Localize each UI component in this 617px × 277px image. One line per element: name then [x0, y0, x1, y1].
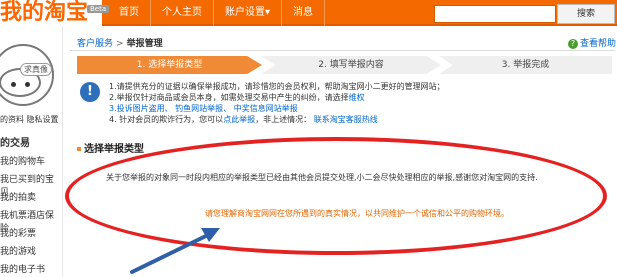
step-select-type: 1. 选择举报类型: [77, 56, 262, 74]
notice-line-3-links[interactable]: 3.投诉图片盗用、 钓鱼网站举报、 中奖信息网站举报: [109, 103, 445, 114]
section-title: 选择举报类型: [77, 140, 144, 155]
notice-text: 4. 针对会员的欺诈行为，您可以: [109, 115, 224, 124]
notice-text: ，非上述情况：: [255, 115, 312, 124]
breadcrumb-current: 举报管理: [126, 39, 163, 49]
sidebar-item-games[interactable]: 我的游戏: [0, 244, 36, 257]
breadcrumb-separator: >: [116, 39, 124, 49]
notice-list: 1.请提供充分的证据以确保举报成功，请珍惜您的会员权利，帮助淘宝网小二更好的管理…: [109, 81, 445, 125]
step-complete: 3. 举报完成: [439, 56, 612, 74]
section-title-text: 选择举报类型: [84, 144, 144, 155]
sidebar-section-title: 的交易: [0, 138, 30, 149]
breadcrumb-root[interactable]: 客户服务: [77, 39, 113, 49]
info-icon: !: [80, 82, 100, 102]
nav-account-settings[interactable]: 账户设置▾: [214, 0, 283, 26]
sidebar-item-auction[interactable]: 我的拍卖: [0, 190, 36, 203]
search-input[interactable]: [434, 5, 556, 23]
eye-icon: [11, 82, 16, 87]
avatar[interactable]: 求真像: [0, 44, 54, 106]
eye-icon: [25, 82, 30, 87]
notice-text: 2.举报仅针对商品或会员本身，如需处理交易中产生的纠纷，请选择: [109, 93, 349, 102]
notice-line-2: 2.举报仅针对商品或会员本身，如需处理交易中产生的纠纷，请选择维权: [109, 92, 445, 103]
help-link[interactable]: ? 查看帮助: [568, 36, 616, 49]
bullet-icon: [77, 147, 81, 151]
sidebar-item-cart[interactable]: 我的购物车: [0, 154, 45, 167]
sidebar-item-lottery[interactable]: 我的彩票: [0, 226, 36, 239]
search-button[interactable]: 搜索: [557, 4, 615, 24]
help-label: 查看帮助: [580, 39, 617, 49]
divider: [70, 50, 615, 51]
main-nav: 首页 个人主页 账户设置▾ 消息: [108, 0, 326, 26]
notice-line-4: 4. 针对会员的欺诈行为，您可以点此举报，非上述情况： 联系淘宝客服热线: [109, 114, 445, 125]
logo[interactable]: 我的淘宝: [0, 0, 103, 26]
hotline-link[interactable]: 联系淘宝客服热线: [314, 115, 378, 124]
breadcrumb: 客户服务 > 举报管理: [77, 36, 163, 49]
help-icon: ?: [568, 39, 578, 49]
progress-steps: 1. 选择举报类型 2. 填写举报内容 3. 举报完成: [77, 56, 612, 74]
rights-link[interactable]: 维权: [349, 93, 365, 102]
sidebar: 求真像 的资料 隐私设置 的交易 我的购物车 我已买到的宝贝 我的拍卖 我机票酒…: [0, 26, 63, 277]
sidebar-item-ebooks[interactable]: 我的电子书: [0, 262, 45, 275]
annotation-ellipse: [65, 137, 607, 255]
profile-links[interactable]: 的资料 隐私设置: [0, 114, 59, 125]
nav-messages[interactable]: 消息: [282, 0, 326, 26]
nav-profile[interactable]: 个人主页: [151, 0, 214, 26]
beta-badge: Beta: [87, 5, 110, 13]
report-link[interactable]: 点此举报: [223, 115, 255, 124]
step-fill-content: 2. 填写举报内容: [261, 56, 441, 74]
avatar-speech: 求真像: [20, 63, 52, 76]
nav-home[interactable]: 首页: [108, 0, 151, 26]
top-bar: 我的淘宝 Beta 首页 个人主页 账户设置▾ 消息 搜索: [0, 0, 617, 26]
notice-line-1: 1.请提供充分的证据以确保举报成功，请珍惜您的会员权利，帮助淘宝网小二更好的管理…: [109, 82, 445, 91]
